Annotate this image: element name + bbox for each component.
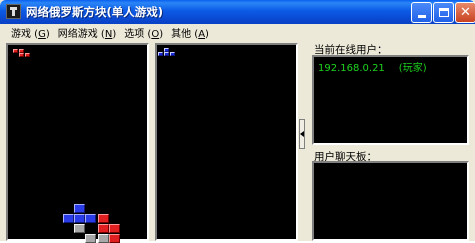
next-piece-block xyxy=(13,49,18,53)
menu-bar: 游戏 (G) 网络游戏 (N) 选项 (O) 其他 (A) xyxy=(3,24,472,40)
minimize-button[interactable] xyxy=(411,2,432,23)
title-bar[interactable]: 网络俄罗斯方块(单人游戏) ✕ xyxy=(0,0,475,24)
tetris-app-icon[interactable] xyxy=(6,4,21,19)
board-block xyxy=(74,224,85,233)
board-block xyxy=(74,214,85,223)
window-title: 网络俄罗斯方块(单人游戏) xyxy=(26,5,164,19)
close-button[interactable]: ✕ xyxy=(455,2,475,23)
board-block xyxy=(98,214,109,223)
next-piece-block xyxy=(25,53,30,57)
menu-other[interactable]: 其他 (A) xyxy=(167,24,213,40)
online-users-list[interactable]: 192.168.0.21 (玩家) xyxy=(312,55,469,145)
user-ip: 192.168.0.21 xyxy=(318,63,385,74)
menu-game[interactable]: 游戏 (G) xyxy=(7,24,54,40)
board-block xyxy=(98,234,109,243)
maximize-icon xyxy=(438,8,449,17)
collapse-arrow-icon[interactable] xyxy=(299,119,305,149)
board-block xyxy=(85,214,96,223)
panel-splitter[interactable] xyxy=(298,43,306,241)
minimize-icon xyxy=(417,15,426,18)
next-piece-block xyxy=(164,52,169,56)
menu-options[interactable]: 选项 (O) xyxy=(120,24,167,40)
board-block xyxy=(98,224,109,233)
board-block xyxy=(74,204,85,213)
board-block xyxy=(109,234,120,243)
maximize-button[interactable] xyxy=(433,2,454,23)
next-piece-block xyxy=(170,52,175,56)
next-piece-block xyxy=(158,52,163,56)
user-nick: (玩家) xyxy=(398,63,427,74)
close-icon: ✕ xyxy=(460,5,471,20)
menu-network-game[interactable]: 网络游戏 (N) xyxy=(54,24,120,40)
chat-board[interactable] xyxy=(312,161,469,241)
next-piece-block xyxy=(19,53,24,57)
player-game-board[interactable] xyxy=(6,43,149,243)
opponent-game-board xyxy=(155,43,298,241)
board-block xyxy=(85,234,96,243)
board-block xyxy=(63,214,74,223)
app-window: 网络俄罗斯方块(单人游戏) ✕ 游戏 (G) 网络游戏 (N) 选项 (O) 其… xyxy=(0,0,475,243)
board-block xyxy=(109,224,120,233)
list-item[interactable]: 192.168.0.21 (玩家) xyxy=(318,59,427,74)
